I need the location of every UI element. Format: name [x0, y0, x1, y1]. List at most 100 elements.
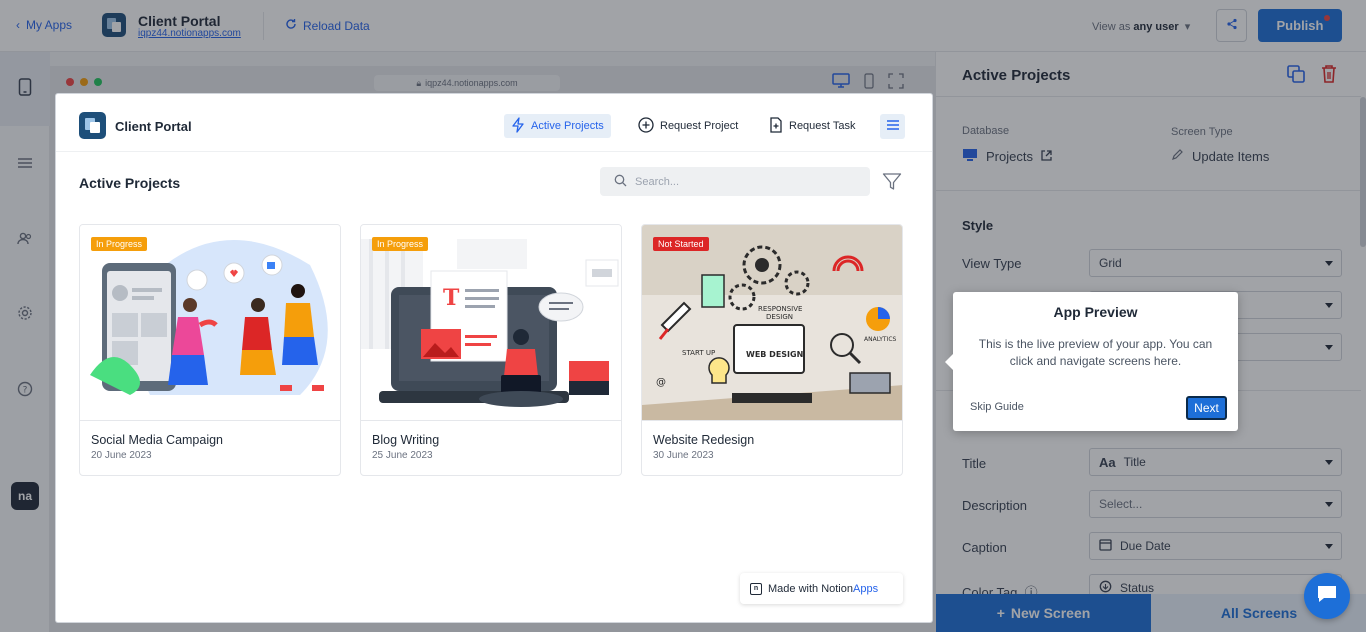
screen-type-value: Update Items [1171, 148, 1269, 164]
caret-down-icon: ▾ [1181, 21, 1191, 33]
pencil-icon [1171, 148, 1184, 164]
page-title: Active Projects [79, 175, 181, 191]
nav-request-project[interactable]: Request Project [631, 114, 745, 138]
caption-field-select[interactable]: Due Date [1089, 532, 1342, 560]
svg-text:DESIGN: DESIGN [766, 313, 793, 321]
caret-down-icon [1325, 502, 1333, 507]
share-icon [1226, 17, 1238, 35]
svg-text:WEB DESIGN: WEB DESIGN [746, 350, 803, 359]
description-field-select[interactable]: Select... [1089, 490, 1342, 518]
desktop-icon[interactable] [832, 73, 850, 94]
search-input[interactable]: Search... [600, 167, 870, 196]
maximize-dot [94, 78, 102, 86]
project-card[interactable]: In Progress Social Media Campaign 20 Jun… [79, 224, 341, 476]
publish-button[interactable]: Publish [1258, 9, 1342, 42]
project-date: 25 June 2023 [372, 450, 433, 461]
project-title: Social Media Campaign [91, 433, 224, 447]
caption-field-label: Caption [962, 540, 1007, 555]
view-as-prefix: View as [1092, 21, 1131, 33]
trash-icon[interactable] [1320, 64, 1338, 89]
panel-actions [1286, 64, 1338, 89]
chevron-left-icon: ‹ [16, 18, 20, 32]
external-link-icon[interactable] [1041, 149, 1052, 164]
nav-active-projects[interactable]: Active Projects [504, 114, 611, 138]
lightning-icon [511, 116, 525, 136]
title-field-value: Title [1123, 455, 1146, 469]
color-tag-field-value: Status [1120, 581, 1155, 595]
chat-icon [1316, 584, 1338, 609]
guide-body: This is the live preview of your app. Yo… [978, 337, 1213, 368]
panel-title: Active Projects [962, 67, 1071, 84]
caret-down-icon [1325, 303, 1333, 308]
plus-icon: + [996, 605, 1005, 621]
rail-data[interactable] [0, 128, 50, 202]
rail-settings[interactable] [0, 278, 50, 352]
duplicate-icon[interactable] [1286, 64, 1306, 89]
app-logo [102, 13, 126, 37]
browser-url: iqpz44.notionapps.com [425, 78, 518, 88]
browser-url-bar: 🔒︎ iqpz44.notionapps.com [374, 75, 560, 91]
view-as-value: any user [1133, 21, 1179, 33]
notification-dot [1324, 15, 1330, 21]
project-date: 30 June 2023 [653, 450, 714, 461]
status-badge: In Progress [372, 237, 429, 251]
caret-down-icon [1325, 460, 1333, 465]
new-screen-button[interactable]: + New Screen [936, 594, 1151, 632]
text-icon: Aa [1099, 454, 1116, 470]
help-icon: ? [17, 381, 33, 402]
share-button[interactable] [1216, 9, 1247, 42]
chat-support-button[interactable] [1304, 573, 1350, 619]
rail-users[interactable] [0, 204, 50, 278]
svg-text:?: ? [23, 385, 28, 395]
project-title: Website Redesign [653, 433, 755, 447]
reload-data-button[interactable]: Reload Data [285, 18, 370, 33]
back-label: My Apps [26, 18, 73, 32]
guide-title: App Preview [1053, 304, 1138, 320]
menu-icon [886, 118, 900, 136]
nav-label: Active Projects [531, 120, 604, 132]
svg-text:@: @ [656, 377, 666, 388]
view-type-select[interactable]: Grid [1089, 249, 1342, 277]
next-button[interactable]: Next [1186, 396, 1227, 420]
project-card[interactable]: RESPONSIVE DESIGN ANALYTICS START UP WEB… [641, 224, 903, 476]
app-title: Client Portal [138, 13, 221, 29]
preview-app-logo [79, 112, 106, 139]
screen-type-label: Screen Type [1171, 126, 1233, 138]
made-with-badge[interactable]: n Made with NotionApps [740, 573, 903, 604]
svg-text:T: T [443, 285, 460, 311]
rail-screens[interactable] [0, 52, 50, 126]
mobile-view-icon[interactable] [864, 73, 874, 94]
app-url-link[interactable]: iqpz44.notionapps.com [138, 28, 241, 39]
left-rail: ? na [0, 52, 50, 632]
description-field-value: Select... [1099, 497, 1143, 511]
view-as-dropdown[interactable]: View as any user ▾ [1092, 20, 1190, 33]
filter-button[interactable] [882, 172, 902, 197]
top-bar: ‹ My Apps Client Portal iqpz44.notionapp… [0, 0, 1366, 52]
screen-type-name: Update Items [1192, 148, 1270, 164]
publish-label: Publish [1276, 18, 1324, 33]
divider [263, 12, 264, 40]
title-field-select[interactable]: Aa Title [1089, 448, 1342, 476]
gear-icon [17, 305, 33, 326]
divider [936, 96, 1361, 97]
project-date: 20 June 2023 [91, 450, 152, 461]
nav-request-task[interactable]: Request Task [762, 114, 862, 138]
status-badge: Not Started [653, 237, 709, 251]
back-to-apps-link[interactable]: ‹ My Apps [16, 18, 72, 32]
project-card[interactable]: T In Progress Blog Writing 25 June 2023 [360, 224, 622, 476]
skip-guide-button[interactable]: Skip Guide [970, 401, 1024, 413]
window-controls [66, 78, 102, 86]
app-preview[interactable]: Client Portal Active Projects Request Pr… [56, 94, 932, 622]
mobile-icon [18, 77, 32, 101]
hamburger-menu-button[interactable] [880, 114, 905, 139]
view-type-label: View Type [962, 256, 1022, 271]
expand-icon[interactable] [888, 73, 904, 94]
view-type-value: Grid [1099, 256, 1122, 270]
panel-scrollbar[interactable] [1360, 97, 1366, 247]
database-value[interactable]: Projects [962, 148, 1052, 165]
refresh-icon [285, 18, 297, 33]
plus-circle-icon [638, 116, 654, 136]
rail-help[interactable]: ? [0, 354, 50, 428]
project-image-website-redesign: RESPONSIVE DESIGN ANALYTICS START UP WEB… [642, 225, 902, 421]
database-name: Projects [986, 149, 1033, 164]
